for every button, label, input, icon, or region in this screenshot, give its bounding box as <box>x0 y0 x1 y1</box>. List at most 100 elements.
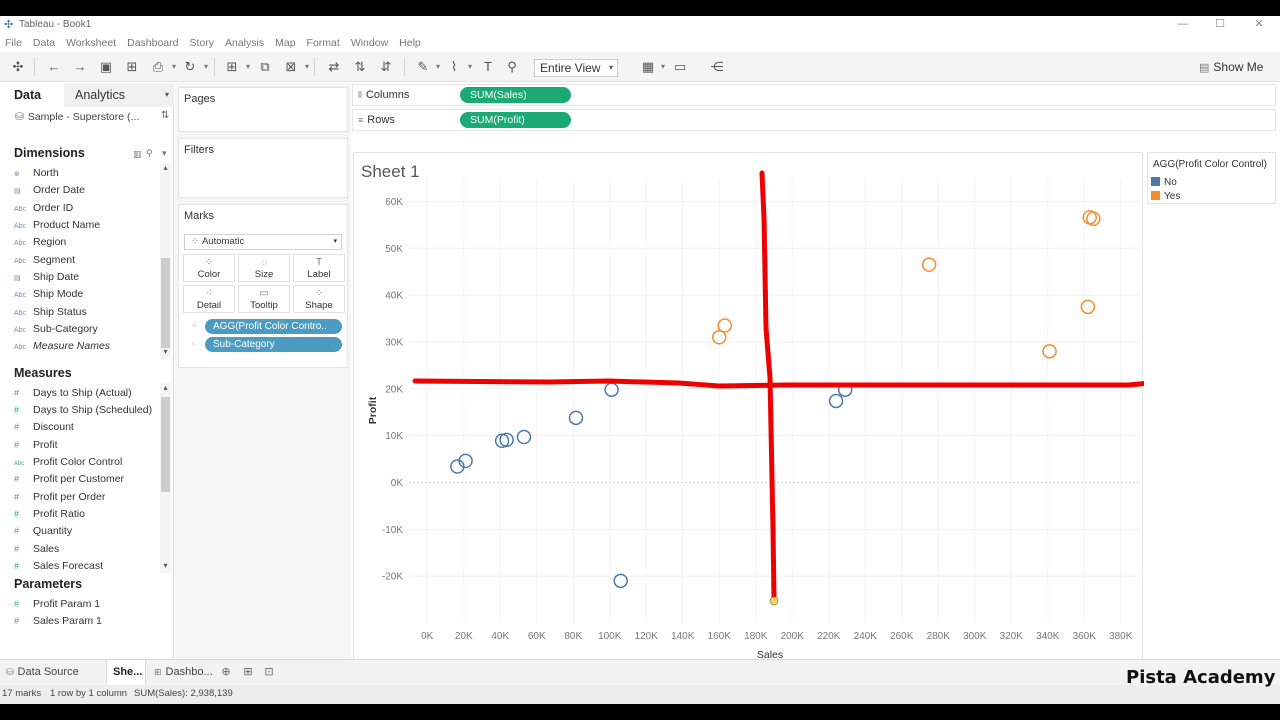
tab-data-source[interactable]: ⛁ Data Source <box>0 660 104 685</box>
show-me-button[interactable]: ▤ Show Me <box>1199 57 1263 77</box>
sort-descending-icon[interactable]: ⇵ <box>376 57 396 77</box>
detail-pill[interactable]: Sub-Category <box>205 337 342 352</box>
chevron-down-icon[interactable]: ▾ <box>244 57 252 77</box>
field-profit-per-customer[interactable]: # Profit per Customer <box>14 471 124 488</box>
pause-updates-icon[interactable]: ⎙ <box>148 57 168 77</box>
field-profit-per-order[interactable]: # Profit per Order <box>14 489 105 506</box>
chevron-down-icon[interactable]: ▾ <box>303 57 311 77</box>
new-story-icon[interactable]: ⊡ <box>261 664 277 680</box>
chevron-down-icon[interactable]: ▾ <box>170 57 178 77</box>
data-source-item[interactable]: ⛁ Sample - Superstore (... <box>15 111 139 123</box>
redo-icon[interactable]: → <box>70 57 90 77</box>
mark-type-dropdown[interactable]: ⁘ Automatic ▾ <box>184 234 342 250</box>
field-profit[interactable]: # Profit <box>14 437 58 454</box>
menu-help[interactable]: Help <box>399 37 421 49</box>
dimensions-scrollbar[interactable]: ▴ ▾ <box>160 163 171 359</box>
fit-view-dropdown[interactable]: Entire View ▾ <box>534 59 618 77</box>
field-ship-mode[interactable]: Abc Ship Mode <box>14 286 83 303</box>
field-measure-names[interactable]: Abc Measure Names <box>14 338 110 355</box>
chevron-down-icon[interactable]: ▾ <box>659 57 667 77</box>
duplicate-sheet-icon[interactable]: ⧉ <box>255 57 275 77</box>
field-north[interactable]: ⊕ North <box>14 165 59 182</box>
group-members-icon[interactable]: ⌇ <box>444 57 464 77</box>
undo-icon[interactable]: ← <box>44 57 64 77</box>
columns-shelf[interactable]: ⦀ Columns SUM(Sales) <box>352 84 1276 106</box>
tableau-home-icon[interactable]: ✣ <box>8 57 28 77</box>
scatter-plot[interactable]: -20K -10K 0K 10K 20K 30K 40K 50K 60K 0K 20K 40K 60K 8… <box>354 153 1144 672</box>
field-product-name[interactable]: Abc Product Name <box>14 217 100 234</box>
scrollbar-thumb[interactable] <box>161 397 170 492</box>
rows-shelf[interactable]: ≡ Rows SUM(Profit) <box>352 109 1276 131</box>
sum-profit-pill[interactable]: SUM(Profit) <box>460 112 571 128</box>
scroll-down-icon[interactable]: ▾ <box>160 347 171 356</box>
chevron-down-icon[interactable]: ▾ <box>466 57 474 77</box>
tooltip-button[interactable]: ▭ Tooltip <box>238 285 290 313</box>
save-icon[interactable]: ▣ <box>96 57 116 77</box>
pages-card[interactable]: Pages <box>178 87 348 132</box>
menu-story[interactable]: Story <box>189 37 214 49</box>
shape-button[interactable]: ⁘ Shape <box>293 285 345 313</box>
maximize-button[interactable]: ☐ <box>1201 16 1239 33</box>
scroll-up-icon[interactable]: ▴ <box>160 383 171 392</box>
menu-map[interactable]: Map <box>275 37 295 49</box>
new-dashboard-icon[interactable]: ⊞ <box>240 664 256 680</box>
sort-ascending-icon[interactable]: ⇅ <box>350 57 370 77</box>
legend-item-no[interactable]: No <box>1151 177 1177 189</box>
legend-item-yes[interactable]: Yes <box>1151 191 1180 203</box>
new-worksheet-icon[interactable]: ⊞ <box>222 57 242 77</box>
menu-file[interactable]: File <box>5 37 22 49</box>
show-mark-labels-icon[interactable]: T <box>478 57 498 77</box>
menu-data[interactable]: Data <box>33 37 55 49</box>
field-sub-category[interactable]: Abc Sub-Category <box>14 321 98 338</box>
filters-card[interactable]: Filters <box>178 138 348 198</box>
scroll-up-icon[interactable]: ▴ <box>160 163 171 172</box>
detail-button[interactable]: ⁖ Detail <box>183 285 235 313</box>
share-icon[interactable]: ⋲ <box>707 57 727 77</box>
close-button[interactable]: ✕ <box>1240 16 1278 33</box>
tab-data[interactable]: Data <box>0 83 64 107</box>
new-worksheet-icon[interactable]: ⊕ <box>218 664 234 680</box>
chevron-down-icon[interactable]: ▾ <box>434 57 442 77</box>
field-order-date[interactable]: ▤ Order Date <box>14 182 85 199</box>
field-quantity[interactable]: # Quantity <box>14 523 72 540</box>
sum-sales-pill[interactable]: SUM(Sales) <box>460 87 571 103</box>
field-profit-ratio[interactable]: # Profit Ratio <box>14 506 85 523</box>
color-button[interactable]: ⁘ Color <box>183 254 235 282</box>
size-button[interactable]: ◌ Size <box>238 254 290 282</box>
swap-rows-columns-icon[interactable]: ⇄ <box>324 57 344 77</box>
menu-format[interactable]: Format <box>307 37 340 49</box>
tab-sheet-1[interactable]: She... <box>106 660 146 685</box>
field-days-to-ship-scheduled[interactable]: # Days to Ship (Scheduled) <box>14 402 152 419</box>
field-days-to-ship-actual[interactable]: # Days to Ship (Actual) <box>14 385 132 402</box>
new-data-source-icon[interactable]: ⊞ <box>122 57 142 77</box>
label-button[interactable]: T Label <box>293 254 345 282</box>
minimize-button[interactable]: — <box>1164 16 1202 33</box>
view-toggle-icon[interactable]: ▥ <box>133 149 142 160</box>
field-sales-param-1[interactable]: # Sales Param 1 <box>14 613 102 630</box>
field-region[interactable]: Abc Region <box>14 234 66 251</box>
pin-axes-icon[interactable]: ⚲ <box>502 57 522 77</box>
field-ship-date[interactable]: ▤ Ship Date <box>14 269 79 286</box>
tab-analytics[interactable]: Analytics ▾ <box>64 83 174 107</box>
show-cards-icon[interactable]: ▦ <box>638 57 658 77</box>
color-legend[interactable]: AGG(Profit Color Control) No Yes <box>1147 152 1276 204</box>
highlight-icon[interactable]: ✎ <box>413 57 433 77</box>
field-sales[interactable]: # Sales <box>14 541 59 558</box>
color-pill[interactable]: AGG(Profit Color Contro.. <box>205 319 342 334</box>
chevron-down-icon[interactable]: ▾ <box>202 57 210 77</box>
field-segment[interactable]: Abc Segment <box>14 252 75 269</box>
field-order-id[interactable]: Abc Order ID <box>14 200 73 217</box>
scroll-down-icon[interactable]: ▾ <box>160 561 171 570</box>
menu-analysis[interactable]: Analysis <box>225 37 264 49</box>
refresh-icon[interactable]: ↻ <box>180 57 200 77</box>
scrollbar-thumb[interactable] <box>161 258 170 348</box>
field-ship-status[interactable]: Abc Ship Status <box>14 304 87 321</box>
field-sales-forecast[interactable]: # Sales Forecast <box>14 558 103 575</box>
clear-sheet-icon[interactable]: ⊠ <box>281 57 301 77</box>
tab-dashboard[interactable]: ⊞ Dashbo... <box>148 660 213 685</box>
menu-worksheet[interactable]: Worksheet <box>66 37 116 49</box>
sort-icon[interactable]: ⇅ <box>161 110 169 121</box>
measures-scrollbar[interactable]: ▴ ▾ <box>160 383 171 573</box>
presentation-mode-icon[interactable]: ▭ <box>670 57 690 77</box>
menu-window[interactable]: Window <box>351 37 388 49</box>
